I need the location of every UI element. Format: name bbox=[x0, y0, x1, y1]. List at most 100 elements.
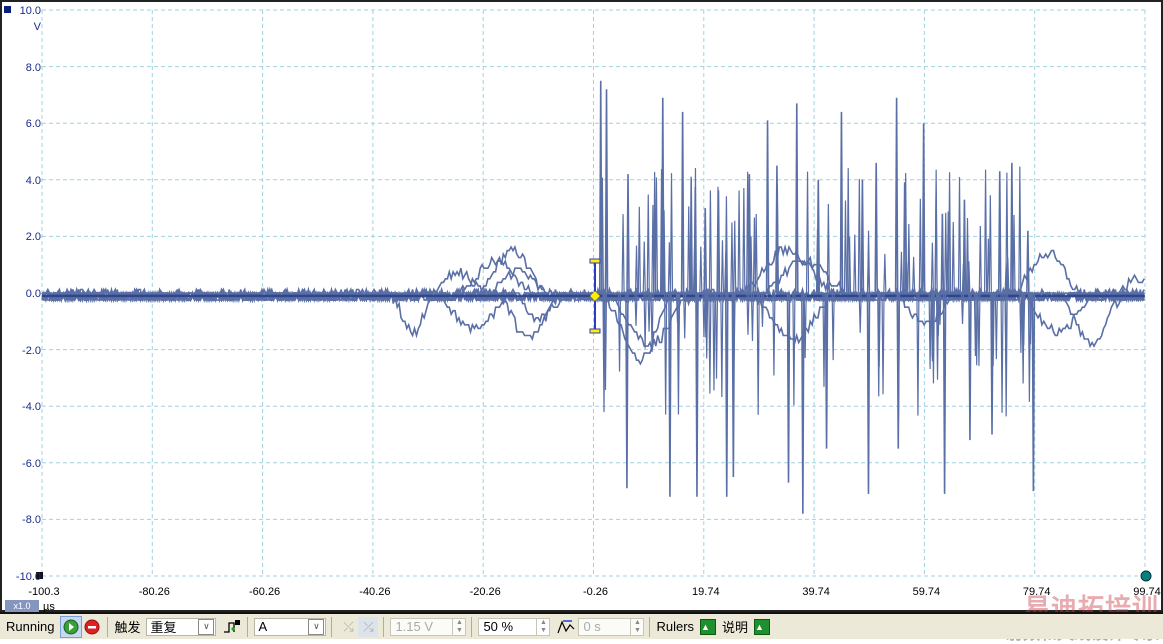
trigger-delay-icon bbox=[557, 619, 575, 633]
waveform-spike bbox=[1019, 292, 1023, 325]
waveform-spike bbox=[765, 120, 770, 294]
rising-edge-button[interactable]: ⤯ bbox=[338, 617, 358, 637]
waveform-spike bbox=[617, 292, 622, 372]
waveform-spike bbox=[643, 292, 647, 349]
x-tick-label: 59.74 bbox=[912, 586, 941, 598]
x-tick-label: 99.74 bbox=[1133, 586, 1161, 598]
x-tick-label: -20.26 bbox=[469, 586, 501, 598]
falling-edge-button[interactable]: ⤰ bbox=[358, 616, 379, 637]
waveform-spike bbox=[667, 242, 671, 294]
trigger-source-value: A bbox=[258, 619, 268, 634]
waveform-spike bbox=[860, 179, 865, 294]
waveform-spike bbox=[918, 198, 922, 294]
trigger-source-select[interactable]: A ∨ bbox=[254, 617, 327, 636]
waveform-spike bbox=[650, 292, 654, 353]
notes-label: 说明 bbox=[722, 620, 749, 635]
waveform-spike bbox=[1010, 162, 1014, 294]
waveform-spike bbox=[1018, 166, 1022, 294]
rulers-expand-button[interactable]: ▲ bbox=[700, 618, 717, 635]
y-tick-label: 8.0 bbox=[25, 61, 41, 74]
rising-edge-icon bbox=[224, 619, 241, 633]
trigger-type-button[interactable] bbox=[222, 617, 242, 637]
delay-input[interactable]: 0 s ▲ ▼ bbox=[578, 617, 645, 636]
spinner-icon[interactable]: ▲ ▼ bbox=[536, 618, 549, 635]
spinner-icon[interactable]: ▲ ▼ bbox=[630, 618, 643, 635]
waveform-spike bbox=[977, 292, 981, 366]
waveform-spike bbox=[712, 292, 716, 391]
waveform-spike bbox=[978, 225, 982, 294]
waveform-spike bbox=[839, 111, 844, 294]
waveform-spike bbox=[899, 251, 904, 294]
waveform-spike bbox=[720, 240, 725, 294]
run-button[interactable] bbox=[60, 615, 83, 638]
oscilloscope-plot[interactable] bbox=[2, 2, 1161, 610]
waveform-spike bbox=[695, 292, 699, 497]
x-axis-handle-icon bbox=[1140, 570, 1152, 582]
waveform-spike bbox=[642, 241, 646, 294]
waveform-spike bbox=[737, 190, 741, 294]
y-tick-label: -10.0 bbox=[15, 571, 41, 583]
delay-button[interactable] bbox=[556, 617, 576, 637]
waveform-spike bbox=[983, 169, 988, 294]
waveform-spike bbox=[930, 242, 934, 294]
waveform-spike bbox=[831, 292, 835, 361]
waveform-spike bbox=[805, 171, 810, 294]
x-tick-label: 19.74 bbox=[692, 586, 720, 598]
threshold-input[interactable]: 1.15 V ▲ ▼ bbox=[390, 617, 467, 636]
pretrigger-value: 50 % bbox=[483, 619, 514, 634]
waveform-spike bbox=[720, 292, 724, 397]
y-tick-label: 0.0 bbox=[25, 288, 41, 300]
trigger-marker[interactable] bbox=[589, 258, 601, 334]
waveform-spike bbox=[637, 206, 641, 294]
waveform-spike bbox=[968, 292, 972, 441]
spinner-icon[interactable]: ▲ ▼ bbox=[452, 618, 465, 635]
waveform-spike bbox=[708, 292, 712, 394]
y-tick-label: 10.0 bbox=[19, 5, 41, 17]
notes-expand-button[interactable]: ▲ bbox=[754, 618, 771, 635]
trigger-mode-value: 重复 bbox=[150, 620, 177, 635]
waveform-spike bbox=[881, 292, 885, 395]
waveform-spike bbox=[894, 97, 899, 294]
trigger-mode-select[interactable]: 重复 ∨ bbox=[146, 617, 217, 636]
waveform-spike bbox=[708, 190, 712, 294]
waveform-spike bbox=[742, 187, 746, 294]
y-tick-label: 4.0 bbox=[25, 174, 41, 187]
waveform-spike bbox=[803, 292, 807, 359]
waveform-spike bbox=[634, 245, 639, 294]
waveform-spike bbox=[907, 224, 911, 294]
pretrigger-input[interactable]: 50 % ▲ ▼ bbox=[478, 617, 551, 636]
waveform-spike bbox=[866, 292, 871, 494]
waveform-spike bbox=[1031, 292, 1036, 492]
y-unit-label: V bbox=[33, 21, 41, 33]
scope-view[interactable]: 10.0 8.0 6.0 4.0 2.0 0.0 -2.0 -4.0 -6.0 -8.0 -10.0… bbox=[0, 0, 1163, 613]
rulers-label: Rulers bbox=[656, 619, 695, 634]
trigger-label: 触发 bbox=[114, 620, 141, 635]
waveform-spike bbox=[1026, 230, 1030, 294]
waveform-spike bbox=[714, 292, 719, 379]
stop-button[interactable] bbox=[82, 617, 102, 637]
x-tick-label: -80.26 bbox=[138, 586, 170, 598]
bottom-toolbar: Running 触发 重复 ∨ A ∨ ⤯ ⤰ 1.15 V ▲ ▼ 50 % ▲ ▼ 0 … bbox=[0, 612, 1163, 639]
waveform-spike bbox=[994, 292, 998, 360]
waveform-spike bbox=[621, 214, 625, 294]
y-tick-label: -8.0 bbox=[22, 514, 41, 527]
waveform-spike bbox=[786, 292, 791, 483]
x-tick-label: -60.26 bbox=[248, 586, 281, 598]
waveform-spike bbox=[794, 103, 799, 294]
waveform-spike bbox=[801, 292, 805, 514]
waveform-spike bbox=[772, 292, 776, 376]
chevron-down-icon: ∨ bbox=[308, 618, 325, 635]
x-tick-label: -40.26 bbox=[359, 586, 391, 598]
waveform-spike bbox=[746, 171, 750, 294]
running-status: Running bbox=[6, 619, 55, 634]
waveform-spike bbox=[792, 292, 796, 406]
zoom-indicator[interactable]: x1.0 bbox=[5, 600, 39, 612]
waveform-spike bbox=[916, 292, 920, 416]
y-tick-label: -4.0 bbox=[22, 401, 41, 414]
waveform-spike bbox=[912, 256, 916, 294]
delay-value: 0 s bbox=[583, 619, 601, 634]
y-tick-label: 2.0 bbox=[25, 231, 41, 244]
waveform-spike bbox=[664, 292, 668, 415]
waveform-spike bbox=[942, 292, 947, 494]
x-tick-label: -100.3 bbox=[28, 586, 60, 598]
